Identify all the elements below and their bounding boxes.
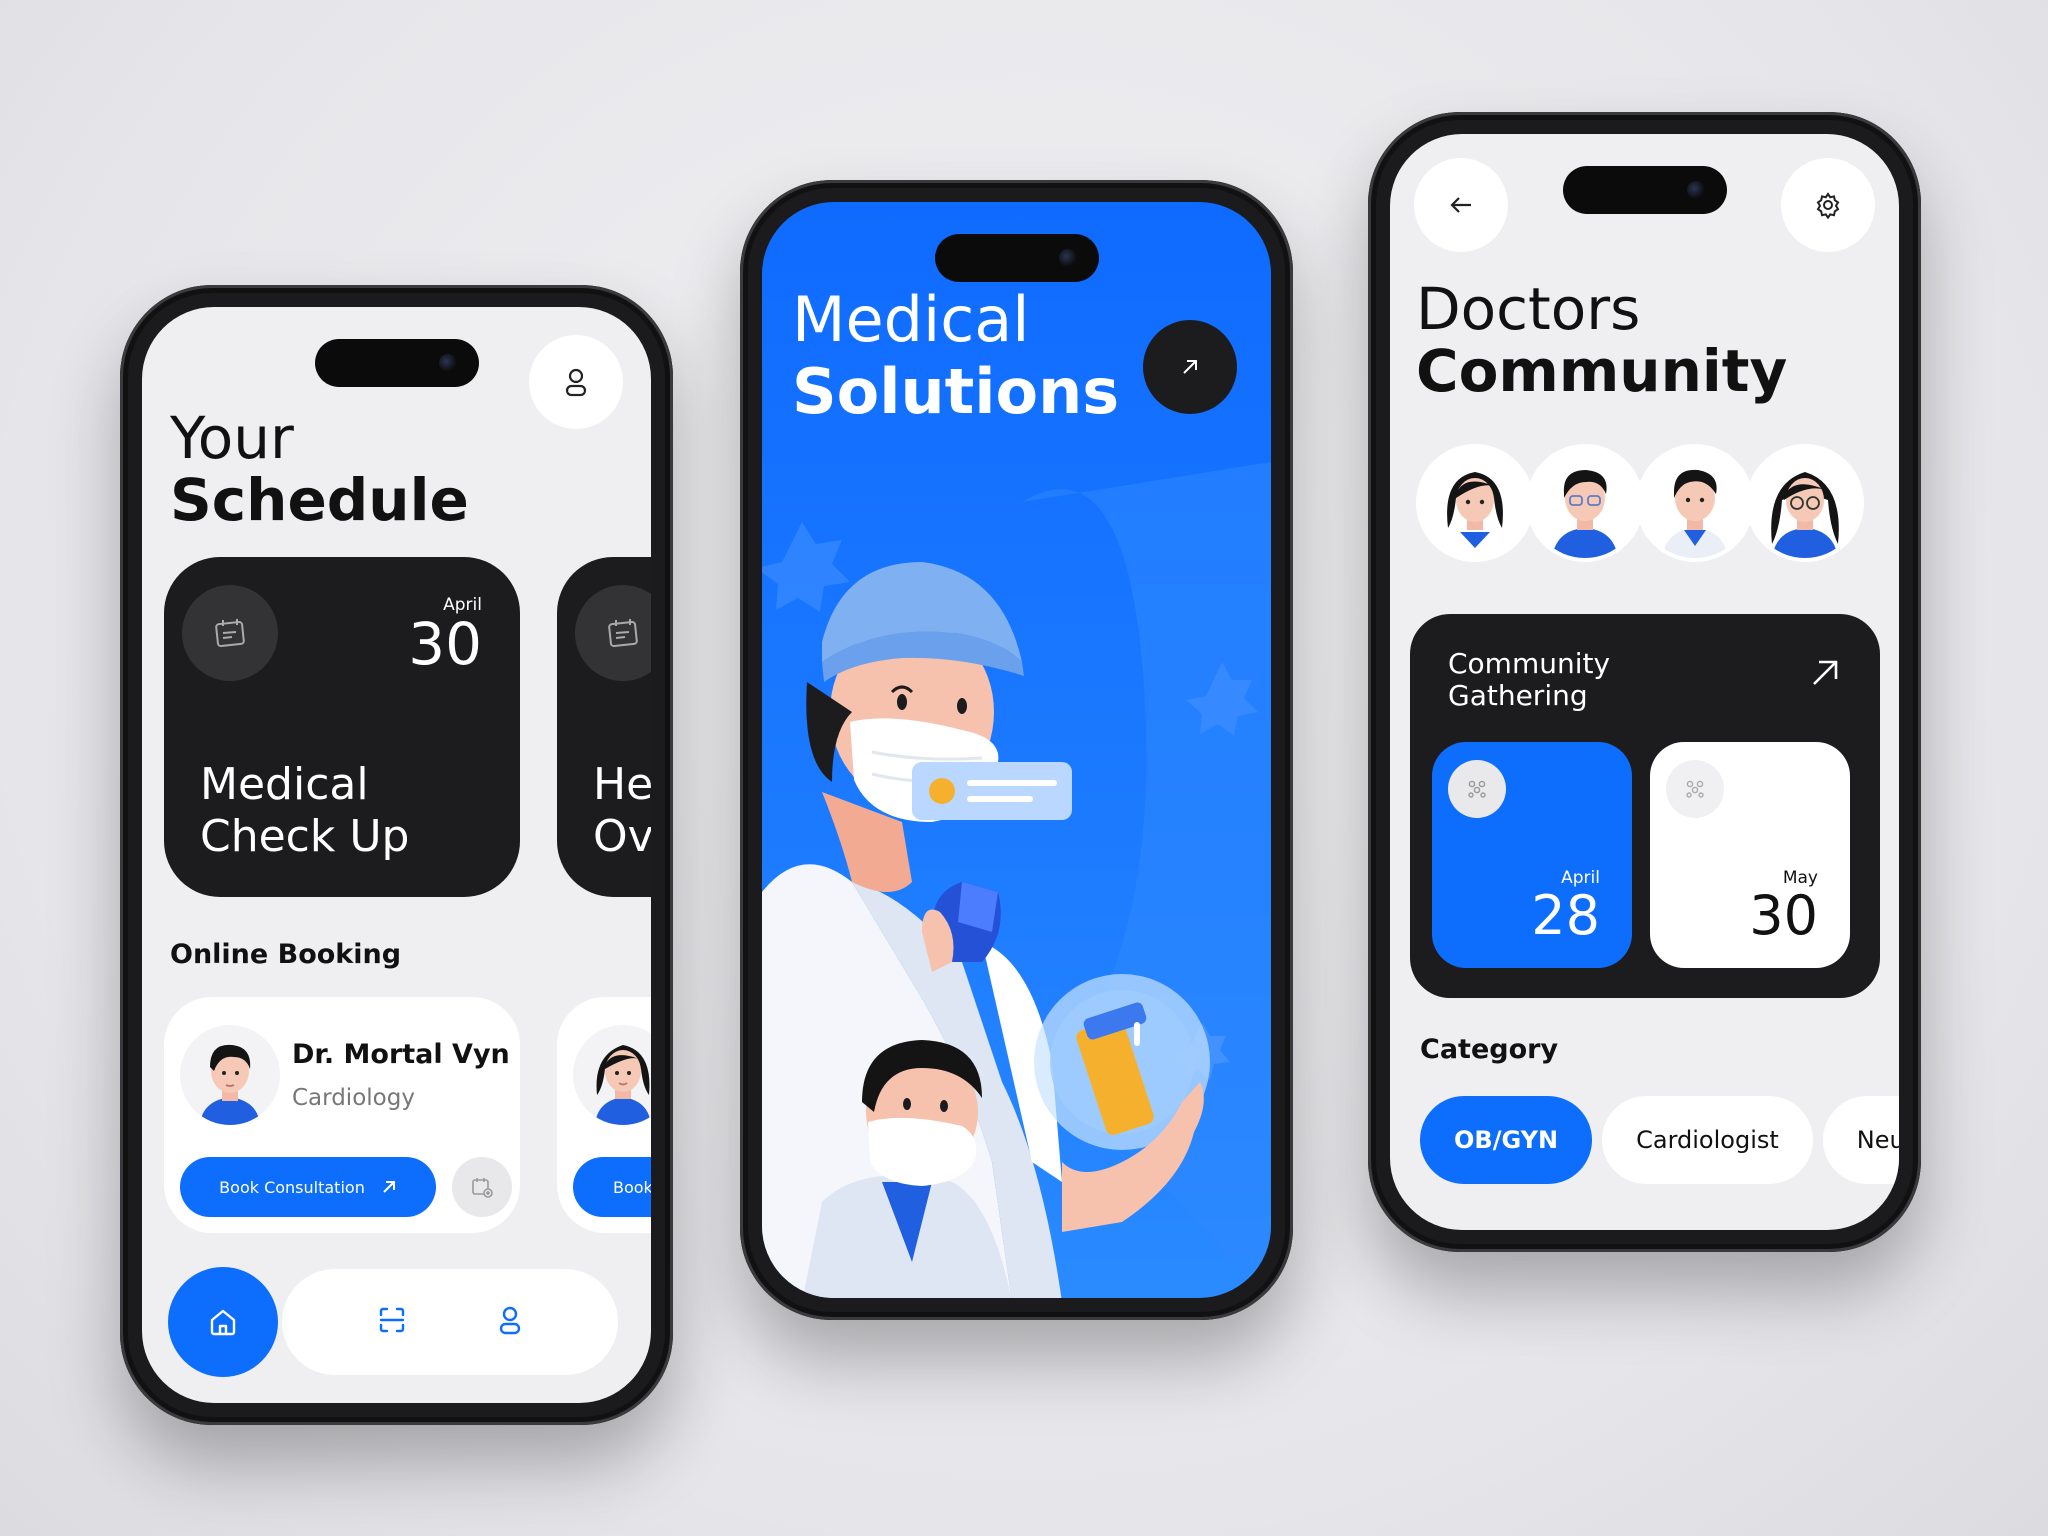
title-line1: Doctors [1416,275,1641,343]
group-icon-circle [1666,760,1724,818]
gathering-date: May 30 [1749,868,1818,944]
doctor-avatars [1416,444,1864,562]
doctor-avatar[interactable] [1526,444,1644,562]
appointment-title-line1: Hea [593,759,651,810]
dynamic-island [1562,166,1727,214]
dynamic-island [314,339,479,387]
schedule-screen: Your Schedule April 30 Medical Check Up … [142,307,651,1403]
category-chip-cardiologist[interactable]: Cardiologist [1602,1096,1813,1184]
arrow-up-right-icon[interactable] [1810,658,1840,688]
scan-icon [379,1307,405,1333]
appointment-title-line2: Ove [593,811,651,862]
book-button-label: Book Consultation [219,1177,365,1197]
title-line1: Your [170,404,294,472]
page-title: Your Schedule [170,407,469,531]
user-icon [499,1306,521,1335]
profile-button[interactable] [529,335,623,429]
category-chip-obgyn[interactable]: OB/GYN [1420,1096,1593,1184]
add-to-calendar-button[interactable] [452,1157,512,1217]
nav-scan-button[interactable] [377,1305,407,1339]
doctor-avatar [573,1025,651,1125]
community-screen: Doctors Community Community Gathering Ap… [1390,134,1899,1230]
doctor-avatar[interactable] [1416,444,1534,562]
calendar-icon-circle [575,585,651,681]
home-icon [210,1309,236,1336]
phone-community: Doctors Community Community Gathering Ap… [1368,112,1921,1252]
book-consultation-button[interactable]: Book Consultation [180,1157,436,1217]
group-icon-circle [1448,760,1506,818]
appointment-title: Hea Ove [593,759,651,863]
calendar-add-icon [472,1178,493,1198]
back-button[interactable] [1414,158,1508,252]
gathering-title-line1: Community [1448,647,1611,680]
appointment-title: Medical Check Up [200,759,409,863]
appointment-date: April 30 [408,595,482,673]
calendar-icon [608,619,638,648]
nav-profile-button[interactable] [497,1305,523,1339]
appointment-title-line2: Check Up [200,811,410,862]
arrow-up-right-icon [383,1181,395,1193]
title-line2: Schedule [170,466,469,534]
appointment-card[interactable]: April 30 Medical Check Up [164,557,520,897]
bottom-nav [282,1269,618,1375]
calendar-icon-circle [182,585,278,681]
date-day: 28 [1531,884,1600,947]
appointment-title-line1: Medical [200,759,369,810]
book-button-label: Book C [613,1177,651,1197]
dynamic-island [934,234,1099,282]
doctor-card[interactable]: Book C [557,997,651,1233]
page-title: Doctors Community [1416,278,1787,402]
appointment-card[interactable]: Hea Ove [557,557,651,897]
community-gathering-card[interactable]: Community Gathering April 28 May 30 [1410,614,1880,998]
nav-home-button[interactable] [168,1267,278,1377]
gathering-date: April 28 [1531,868,1600,944]
title-line1: Medical [792,283,1030,356]
doctor-avatar[interactable] [1636,444,1754,562]
arrow-up-right-icon [1183,360,1197,374]
doctor-avatar[interactable] [1746,444,1864,562]
onboarding-screen: Medical Solutions [762,202,1271,1298]
doctor-illustration [762,462,1271,1298]
gathering-title-line2: Gathering [1448,679,1588,712]
calendar-icon [215,619,245,648]
phone-onboarding: Medical Solutions [740,180,1293,1320]
title-line2: Community [1416,337,1788,405]
gathering-title: Community Gathering [1448,648,1610,712]
category-chips: OB/GYN Cardiologist Neurol [1420,1096,1899,1184]
arrow-left-icon [1450,197,1471,213]
doctor-card[interactable]: Dr. Mortal Vyn Cardiology Book Consultat… [164,997,520,1233]
gear-icon [1816,192,1840,219]
gathering-date-card[interactable]: May 30 [1650,742,1850,968]
category-chip-neurology[interactable]: Neurol [1822,1096,1899,1184]
phone-schedule: Your Schedule April 30 Medical Check Up … [120,285,673,1425]
page-title: Medical Solutions [792,284,1119,428]
user-icon [565,368,587,397]
date-day: 30 [408,610,482,678]
section-title: Category [1420,1034,1559,1065]
doctor-specialty: Cardiology [292,1085,415,1111]
doctor-name: Dr. Mortal Vyn [292,1039,510,1070]
doctor-avatar [180,1025,280,1125]
group-icon [1468,780,1486,798]
settings-button[interactable] [1781,158,1875,252]
section-title: Online Booking [170,939,402,970]
book-consultation-button[interactable]: Book C [573,1157,651,1217]
group-icon [1686,780,1704,798]
date-day: 30 [1749,884,1818,947]
title-line2: Solutions [792,355,1120,428]
gathering-date-card[interactable]: April 28 [1432,742,1632,968]
get-started-button[interactable] [1143,320,1237,414]
